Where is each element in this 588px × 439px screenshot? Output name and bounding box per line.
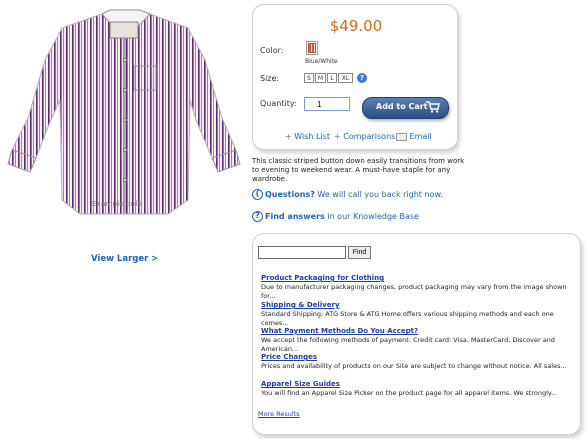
size-help-icon[interactable]: ? bbox=[357, 73, 367, 83]
more-results-link[interactable]: More Results bbox=[258, 410, 300, 418]
comparisons-label: Comparisons bbox=[343, 132, 396, 141]
view-larger-link[interactable]: View Larger > bbox=[91, 254, 158, 264]
image-watermark: Example only bbox=[92, 200, 142, 208]
search-input[interactable] bbox=[258, 246, 346, 259]
plus-icon: + bbox=[285, 132, 292, 141]
result-title[interactable]: Apparel Size Guides bbox=[261, 380, 340, 388]
result-title[interactable]: Price Changes bbox=[261, 353, 317, 361]
add-to-cart-label: Add to Cart bbox=[376, 102, 428, 111]
comparisons-link[interactable]: + Comparisons bbox=[334, 132, 395, 141]
color-name: Blue/White bbox=[305, 58, 338, 65]
knowledge-search-panel: Find Product Packaging for Clothing Due … bbox=[252, 233, 581, 435]
find-button[interactable]: Find bbox=[348, 246, 371, 259]
product-image[interactable] bbox=[0, 0, 245, 245]
wishlist-label: Wish List bbox=[294, 132, 330, 141]
plus-icon: + bbox=[334, 132, 341, 141]
knowledge-base-link[interactable]: Find answers in our Knowledge Base bbox=[265, 212, 419, 221]
questions-bold: Questions? bbox=[265, 190, 315, 199]
result-text: Due to manufacturer packaging changes, p… bbox=[261, 283, 567, 300]
wishlist-link[interactable]: + Wish List bbox=[285, 132, 330, 141]
email-link[interactable]: Email bbox=[396, 132, 432, 141]
size-label: Size: bbox=[260, 74, 280, 83]
result-text: Prices and availability of products on o… bbox=[261, 362, 567, 370]
result-title[interactable]: Shipping & Delivery bbox=[261, 301, 340, 309]
phone-icon: ( bbox=[252, 189, 263, 200]
purchase-panel: $49.00 Color: Blue/White Size: S M L XL … bbox=[252, 4, 458, 150]
quantity-input[interactable] bbox=[304, 97, 350, 111]
price: $49.00 bbox=[329, 17, 383, 35]
product-description: This classic striped button down easily … bbox=[252, 157, 465, 183]
result-text: We accept the following methods of payme… bbox=[261, 336, 555, 353]
result-text: You will find an Apparel Size Picker on … bbox=[261, 389, 558, 397]
result-text: Standard Shipping: ATG Store & ATG Home … bbox=[261, 310, 554, 327]
size-option-s[interactable]: S bbox=[304, 73, 314, 83]
size-option-xl[interactable]: XL bbox=[338, 73, 353, 83]
result-title[interactable]: What Payment Methods Do You Accept? bbox=[261, 327, 418, 335]
add-to-cart-button[interactable]: Add to Cart bbox=[362, 97, 449, 119]
help-icon: ? bbox=[252, 211, 263, 222]
envelope-icon bbox=[396, 132, 407, 141]
quantity-label: Quantity: bbox=[260, 99, 297, 108]
answers-rest: in our Knowledge Base bbox=[324, 212, 419, 221]
email-label: Email bbox=[409, 132, 432, 141]
questions-link[interactable]: Questions? We will call you back right n… bbox=[265, 190, 443, 199]
questions-rest: We will call you back right now. bbox=[314, 190, 443, 199]
cart-icon bbox=[426, 101, 440, 113]
size-option-m[interactable]: M bbox=[315, 73, 326, 83]
result-title[interactable]: Product Packaging for Clothing bbox=[261, 274, 384, 282]
size-option-l[interactable]: L bbox=[327, 73, 337, 83]
color-label: Color: bbox=[260, 46, 284, 55]
color-swatch[interactable] bbox=[306, 41, 318, 55]
answers-bold: Find answers bbox=[265, 212, 325, 221]
